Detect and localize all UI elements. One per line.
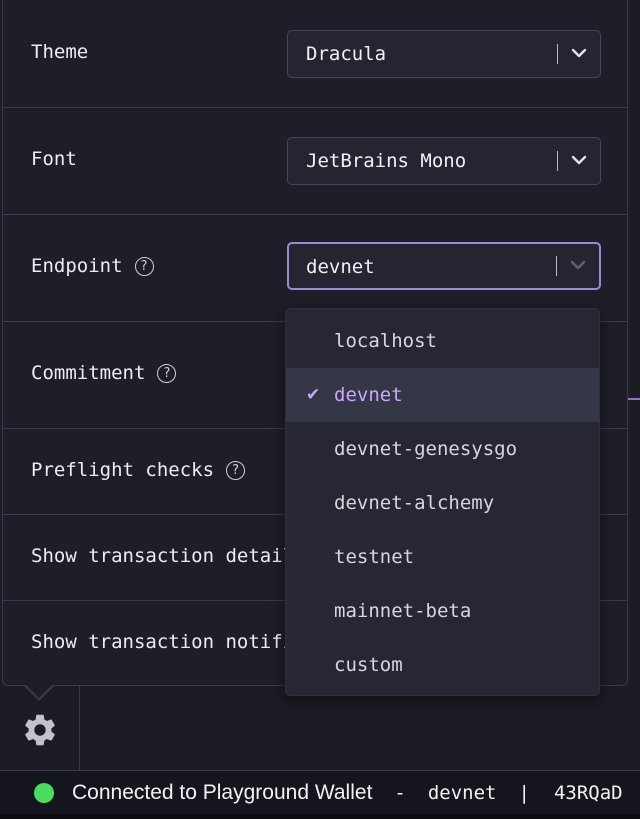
status-dash: -: [394, 781, 406, 804]
settings-row-endpoint: Endpoint ? devnet: [3, 215, 627, 322]
dropdown-option-devnet-alchemy[interactable]: devnet-alchemy: [286, 476, 599, 530]
theme-label: Theme: [31, 41, 89, 63]
connection-status-icon: [34, 782, 54, 803]
endpoint-select-value: devnet: [306, 256, 375, 278]
help-icon[interactable]: ?: [134, 256, 154, 276]
endpoint-select[interactable]: devnet: [287, 242, 601, 290]
preflight-label: Preflight checks ?: [31, 459, 246, 481]
font-select[interactable]: JetBrains Mono: [287, 137, 601, 185]
window-bottom-edge: [0, 814, 640, 819]
endpoint-dropdown-menu: localhost ✔ devnet devnet-genesysgo devn…: [285, 308, 600, 696]
settings-row-theme: Theme Dracula: [3, 0, 627, 108]
gear-icon[interactable]: [21, 711, 59, 749]
select-separator: [556, 256, 557, 276]
font-select-value: JetBrains Mono: [306, 150, 467, 172]
status-bar: Connected to Playground Wallet - devnet …: [0, 770, 640, 814]
font-label: Font: [31, 148, 77, 170]
commitment-label: Commitment ?: [31, 362, 177, 384]
tx-details-label: Show transaction details: [31, 545, 306, 567]
chevron-down-icon[interactable]: [571, 47, 587, 59]
status-network: devnet: [427, 781, 497, 804]
dropdown-option-localhost[interactable]: localhost: [286, 314, 599, 368]
help-icon[interactable]: ?: [226, 460, 246, 480]
connection-status-text[interactable]: Connected to Playground Wallet: [72, 781, 372, 805]
theme-select[interactable]: Dracula: [287, 30, 601, 78]
checkmark-icon: ✔: [306, 385, 321, 405]
endpoint-label: Endpoint ?: [31, 255, 154, 277]
dropdown-option-mainnet-beta[interactable]: mainnet-beta: [286, 584, 599, 638]
help-icon[interactable]: ?: [157, 363, 177, 383]
select-separator: [557, 151, 558, 171]
wallet-address[interactable]: 43RQaD: [554, 782, 623, 804]
chevron-down-icon[interactable]: [571, 154, 587, 166]
chevron-down-icon[interactable]: [570, 259, 586, 271]
theme-select-value: Dracula: [306, 43, 387, 65]
dropdown-option-devnet[interactable]: ✔ devnet: [286, 368, 599, 422]
dropdown-option-devnet-genesysgo[interactable]: devnet-genesysgo: [286, 422, 599, 476]
dropdown-option-testnet[interactable]: testnet: [286, 530, 599, 584]
status-divider: |: [518, 781, 530, 804]
accent-line: [628, 398, 640, 400]
dropdown-option-custom[interactable]: custom: [286, 638, 599, 692]
select-separator: [557, 44, 558, 64]
settings-row-font: Font JetBrains Mono: [3, 108, 627, 215]
popover-arrow-inner: [26, 685, 52, 698]
